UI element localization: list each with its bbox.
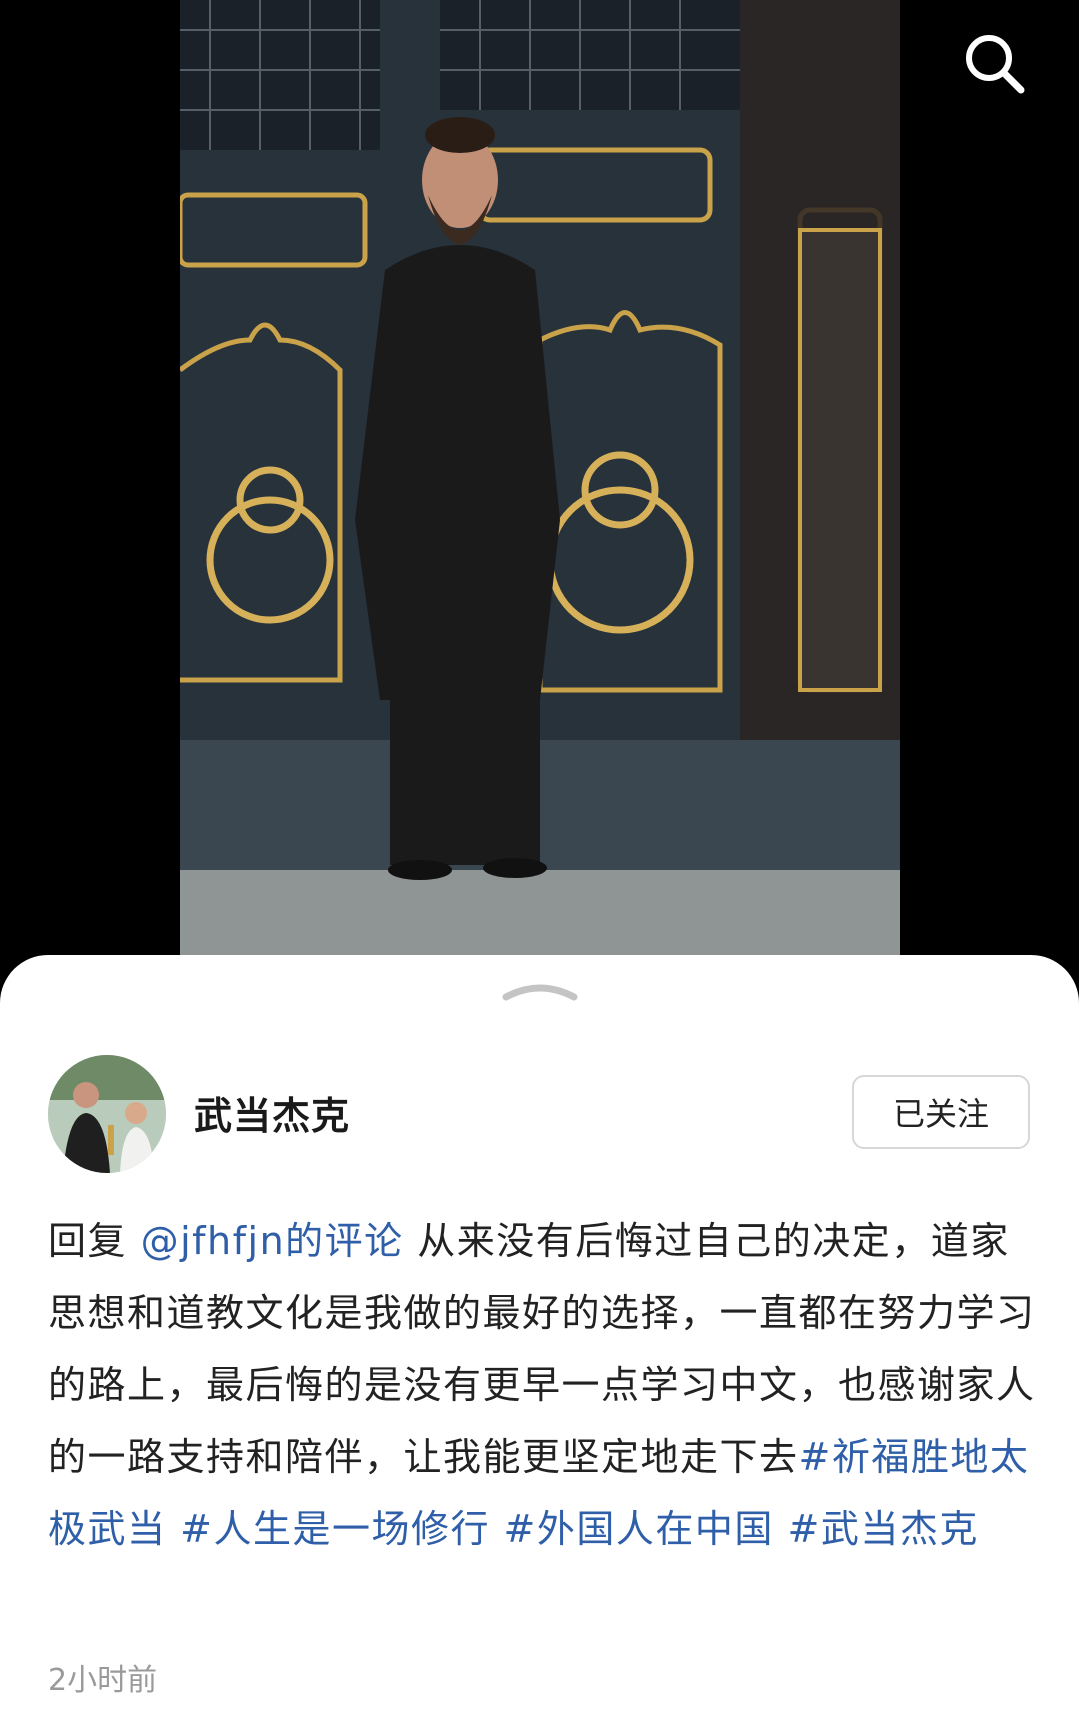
follow-button[interactable]: 已关注 [852,1075,1030,1149]
search-icon [966,35,1025,94]
sheet-handle[interactable] [500,975,580,1005]
avatar-image [48,1055,166,1173]
video-frame[interactable] [180,0,900,960]
timestamp: 2小时前 [48,1663,158,1698]
reply-prefix: 回复 [48,1219,128,1263]
video-area [0,0,1079,960]
avatar[interactable] [48,1055,166,1173]
post-text: 回复 @jfhfjn的评论 从来没有后悔过自己的决定，道家思想和道教文化是我做的… [48,1205,1038,1565]
hashtag-link[interactable]: #武当杰克 [787,1507,978,1551]
chevron-up-icon [502,984,578,1001]
hashtag-link[interactable]: #人生是一场修行 [180,1507,490,1551]
mention-link[interactable]: @jfhfjn的评论 [141,1219,404,1263]
hashtag-link[interactable]: #外国人在中国 [504,1507,774,1551]
comment-sheet: 武当杰克 已关注 回复 @jfhfjn的评论 从来没有后悔过自己的决定，道家思想… [0,955,1079,1719]
search-button[interactable] [959,28,1031,100]
video-still [180,0,900,960]
author-name[interactable]: 武当杰克 [194,1085,350,1140]
